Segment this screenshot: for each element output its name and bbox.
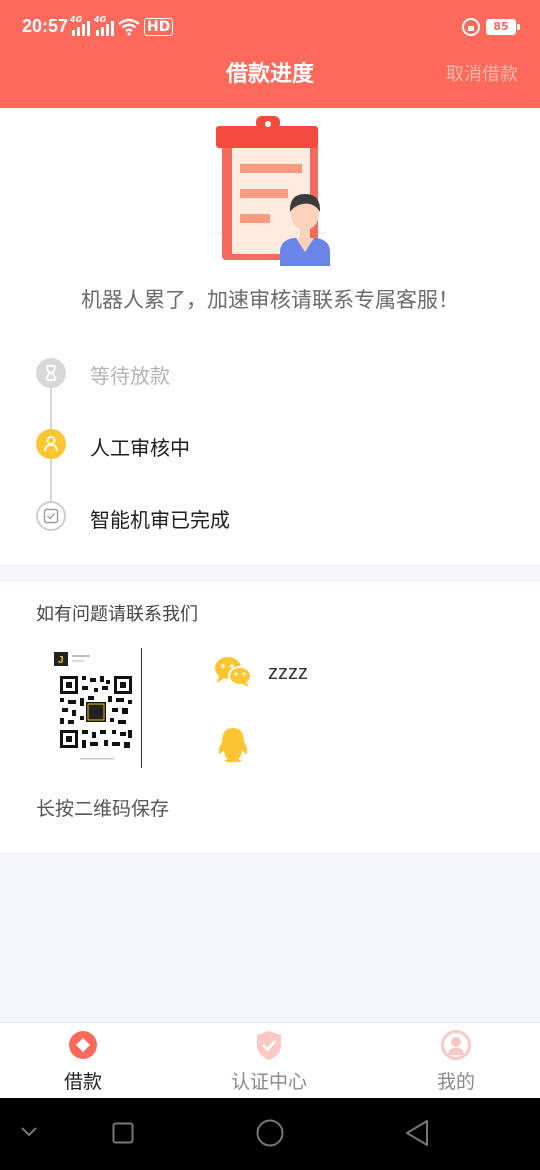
chevron-down-icon[interactable] — [20, 1126, 38, 1138]
step-label-auto-review-done: 智能机审已完成 — [90, 508, 230, 532]
clipboard-illustration — [176, 116, 366, 274]
hourglass-icon — [36, 358, 66, 388]
wechat-id: zzzz — [268, 662, 308, 684]
signal-icon: 4G — [70, 15, 90, 36]
step-label-waiting-disbursement: 等待放款 — [90, 364, 170, 388]
signal-label: 4G — [94, 15, 107, 24]
qr-logo-letter: J — [58, 655, 64, 666]
cancel-loan-button[interactable]: 取消借款 — [446, 60, 518, 86]
wifi-icon — [118, 18, 140, 36]
tab-verification-center[interactable]: 认证中心 — [209, 1023, 329, 1099]
qq-icon[interactable] — [216, 726, 250, 764]
system-nav-bar — [0, 1098, 540, 1170]
lock-icon — [462, 18, 480, 36]
save-qr-hint: 长按二维码保存 — [36, 798, 170, 820]
loan-icon — [69, 1031, 97, 1059]
tab-label-profile: 我的 — [436, 1071, 475, 1093]
contact-title: 如有问题请联系我们 — [36, 604, 198, 625]
hd-icon: HD — [144, 18, 174, 36]
signal-icon: 4G — [94, 15, 114, 36]
person-icon — [36, 429, 66, 459]
home-icon[interactable] — [256, 1119, 284, 1147]
shield-check-icon — [257, 1031, 281, 1060]
qr-code[interactable]: J — [50, 648, 142, 768]
recent-apps-icon[interactable] — [112, 1122, 134, 1144]
tab-loan[interactable]: 借款 — [23, 1023, 143, 1099]
tab-bar: 借款 认证中心 我的 — [0, 1022, 540, 1098]
tab-label-loan: 借款 — [63, 1071, 102, 1093]
tab-profile[interactable]: 我的 — [396, 1023, 516, 1099]
progress-card: 机器人累了，加速审核请联系专属客服！ 等待放款 人工审核中 智能机审已完成 — [0, 108, 540, 564]
profile-icon — [441, 1030, 471, 1060]
check-box-icon — [36, 501, 66, 531]
support-message: 机器人累了，加速审核请联系专属客服！ — [81, 288, 459, 312]
wechat-icon[interactable] — [214, 656, 252, 688]
step-label-manual-review: 人工审核中 — [90, 436, 190, 460]
signal-label: 4G — [70, 15, 83, 24]
tab-label-verification-center: 认证中心 — [230, 1071, 307, 1093]
back-icon[interactable] — [404, 1119, 430, 1147]
contact-card: 如有问题请联系我们 J zzzz 长按二维码保存 — [0, 582, 540, 852]
header: 20:57 4G 4G HD 85 借款进度 取消借款 — [0, 0, 540, 108]
status-bar: 20:57 4G 4G HD 85 — [0, 0, 540, 56]
battery-icon: 85 — [486, 19, 520, 35]
status-time: 20:57 — [22, 16, 69, 36]
